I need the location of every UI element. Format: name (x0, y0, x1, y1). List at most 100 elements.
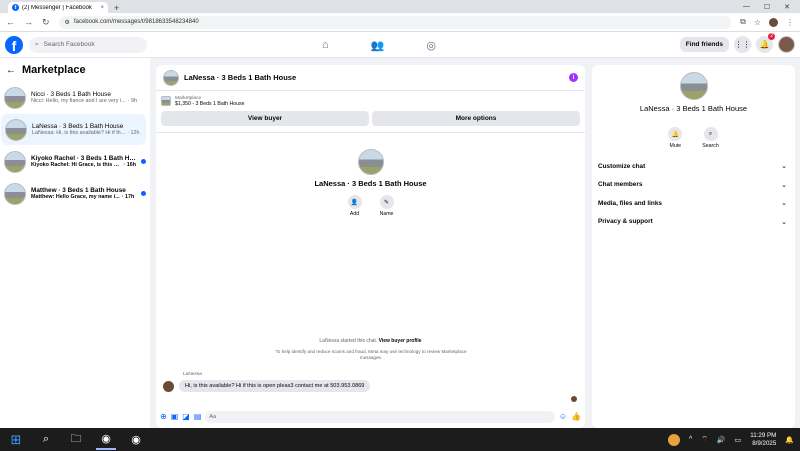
network-icon[interactable]: ⌔ (701, 435, 708, 444)
info-icon[interactable]: i (569, 73, 578, 82)
back-arrow-icon[interactable]: ← (6, 17, 15, 27)
chat-avatar[interactable] (163, 69, 179, 86)
friends-icon[interactable]: 👥 (371, 39, 385, 52)
conversation-name: Matthew · 3 Beds 1 Bath House (31, 187, 126, 194)
bookmark-star-icon[interactable]: ☆ (754, 18, 761, 27)
photo-icon[interactable]: ▣ (171, 412, 179, 421)
thumbs-up-icon[interactable]: 👍 (571, 412, 581, 421)
info-name: LaNessa · 3 Beds 1 Bath House (639, 104, 748, 113)
name-action[interactable]: ✎ Name (379, 195, 394, 217)
unread-dot-icon (141, 159, 146, 164)
gif-icon[interactable]: ▤ (194, 412, 202, 421)
message-input[interactable]: Aa (205, 410, 555, 423)
menu-grid-icon[interactable]: ⋮⋮ (734, 36, 751, 53)
maximize-button[interactable]: ☐ (764, 3, 770, 11)
plus-circle-icon[interactable]: ⊕ (160, 412, 167, 421)
conversation-preview: Kiyoko Rachel: Hi Grace, is this sti... (31, 162, 122, 168)
chrome-icon[interactable]: ◉ (96, 430, 116, 450)
notification-center-icon[interactable]: 🔔 (785, 436, 794, 444)
more-options-button[interactable]: More options (372, 111, 580, 126)
sender-avatar[interactable] (163, 380, 174, 392)
add-label: Add (349, 211, 360, 217)
volume-icon[interactable]: 🔊 (717, 436, 726, 444)
search-icon: ⌕ (703, 127, 718, 141)
search-label: Search (702, 143, 719, 149)
browser-profile-avatar[interactable] (769, 17, 778, 27)
browser-tab[interactable]: f (2) Messenger | Facebook × (8, 2, 108, 13)
file-explorer-icon[interactable]: 🗀 (66, 430, 86, 450)
conversation-time: · 9h (127, 98, 137, 104)
taskbar-search-icon[interactable]: ⌕ (36, 430, 56, 450)
system-tray: ^ ⌔ 🔊 ▭ 11:29 PM 8/9/2025 🔔 (668, 432, 794, 447)
conversation-item[interactable]: Nicci · 3 Beds 1 Bath House Nicci: Hello… (0, 82, 150, 113)
chat-title[interactable]: LaNessa · 3 Beds 1 Bath House (184, 73, 296, 82)
info-avatar[interactable] (679, 72, 708, 100)
home-icon[interactable]: ⌂ (322, 39, 329, 51)
profile-name: LaNessa · 3 Beds 1 Bath House (314, 179, 427, 188)
house-thumbnail (4, 86, 26, 109)
search-action[interactable]: ⌕ Search (702, 127, 719, 149)
clock-time: 11:29 PM (750, 432, 777, 439)
house-thumbnail (4, 182, 26, 205)
view-buyer-profile-link[interactable]: View buyer profile (379, 338, 422, 344)
conversation-name: LaNessa · 3 Beds 1 Bath House (32, 123, 124, 130)
listing-strip[interactable]: Marketplace $1,350 - 3 Beds 1 Bath House (156, 91, 585, 111)
weather-icon[interactable] (668, 433, 681, 446)
conversation-item[interactable]: Matthew · 3 Beds 1 Bath House Matthew: H… (0, 178, 150, 209)
media-files-links-section[interactable]: Media, files and links ⌄ (592, 194, 795, 213)
marketplace-header: ← Marketplace (0, 58, 150, 82)
marketplace-title: Marketplace (22, 64, 86, 76)
conversation-item-active[interactable]: LaNessa · 3 Beds 1 Bath House LaNessa: H… (1, 114, 146, 145)
chrome-profile-icon[interactable]: ◉ (126, 430, 146, 450)
url-field[interactable]: ⚙ facebook.com/messages/t/98186335482348… (58, 15, 732, 29)
chat-panel: LaNessa · 3 Beds 1 Bath House i Marketpl… (156, 65, 585, 428)
notification-badge: 2 (768, 33, 775, 40)
groups-icon[interactable]: ◎ (426, 39, 436, 52)
section-label: Media, files and links (598, 199, 662, 207)
chat-header: LaNessa · 3 Beds 1 Bath House i (156, 65, 585, 91)
reload-icon[interactable]: ↻ (42, 17, 50, 28)
section-label: Customize chat (598, 162, 646, 170)
account-avatar[interactable] (778, 36, 795, 53)
header-right: Find friends ⋮⋮ 🔔 2 (679, 33, 795, 53)
emoji-icon[interactable]: ☺ (559, 412, 567, 421)
notifications-bell-icon[interactable]: 🔔 2 (756, 33, 775, 53)
site-info-icon[interactable]: ⚙ (65, 19, 70, 26)
tab-close-icon[interactable]: × (100, 5, 104, 11)
message-bubble[interactable]: Hi, is this available? Hi if this is ope… (179, 380, 371, 392)
privacy-support-section[interactable]: Privacy & support ⌄ (592, 213, 795, 232)
house-thumbnail (4, 150, 26, 173)
forward-arrow-icon[interactable]: → (24, 17, 33, 27)
back-arrow-icon[interactable]: ← (6, 65, 16, 76)
chevron-down-icon: ⌄ (781, 218, 787, 226)
new-tab-button[interactable]: + (114, 3, 119, 13)
conversation-time: · 12h (127, 130, 140, 136)
close-window-button[interactable]: ✕ (784, 3, 790, 11)
sticker-icon[interactable]: ◪ (182, 412, 190, 421)
tab-title: (2) Messenger | Facebook (22, 4, 92, 11)
facebook-logo[interactable]: f (5, 35, 23, 54)
minimize-button[interactable]: — (743, 3, 750, 10)
customize-chat-section[interactable]: Customize chat ⌄ (592, 157, 795, 176)
browser-actions: ⧉ ☆ ⋮ (740, 17, 794, 27)
search-input[interactable]: ⌕ Search Facebook (29, 36, 147, 53)
tray-chevron-icon[interactable]: ^ (689, 436, 692, 443)
add-action[interactable]: 👤 Add (347, 195, 362, 217)
name-label: Name (379, 211, 394, 217)
chevron-down-icon: ⌄ (781, 200, 787, 208)
windows-start-icon[interactable]: ⊞ (6, 430, 26, 450)
mute-action[interactable]: 🔔 Mute (668, 127, 683, 149)
clock[interactable]: 11:29 PM 8/9/2025 (750, 432, 776, 447)
search-icon: ⌕ (35, 40, 39, 48)
view-buyer-button[interactable]: View buyer (161, 111, 369, 126)
chat-members-section[interactable]: Chat members ⌄ (592, 176, 795, 195)
browser-menu-icon[interactable]: ⋮ (786, 18, 794, 27)
conversation-item[interactable]: Kiyoko Rachel · 3 Beds 1 Bath Ho... Kiyo… (0, 146, 150, 177)
cast-icon[interactable]: ⧉ (740, 17, 746, 27)
battery-icon[interactable]: ▭ (735, 436, 742, 444)
browser-tabbar: f (2) Messenger | Facebook × + — ☐ ✕ (0, 0, 800, 13)
search-placeholder: Search Facebook (43, 41, 95, 48)
find-friends-button[interactable]: Find friends (679, 37, 729, 52)
window-controls: — ☐ ✕ (743, 0, 800, 13)
chevron-down-icon: ⌄ (781, 163, 787, 171)
